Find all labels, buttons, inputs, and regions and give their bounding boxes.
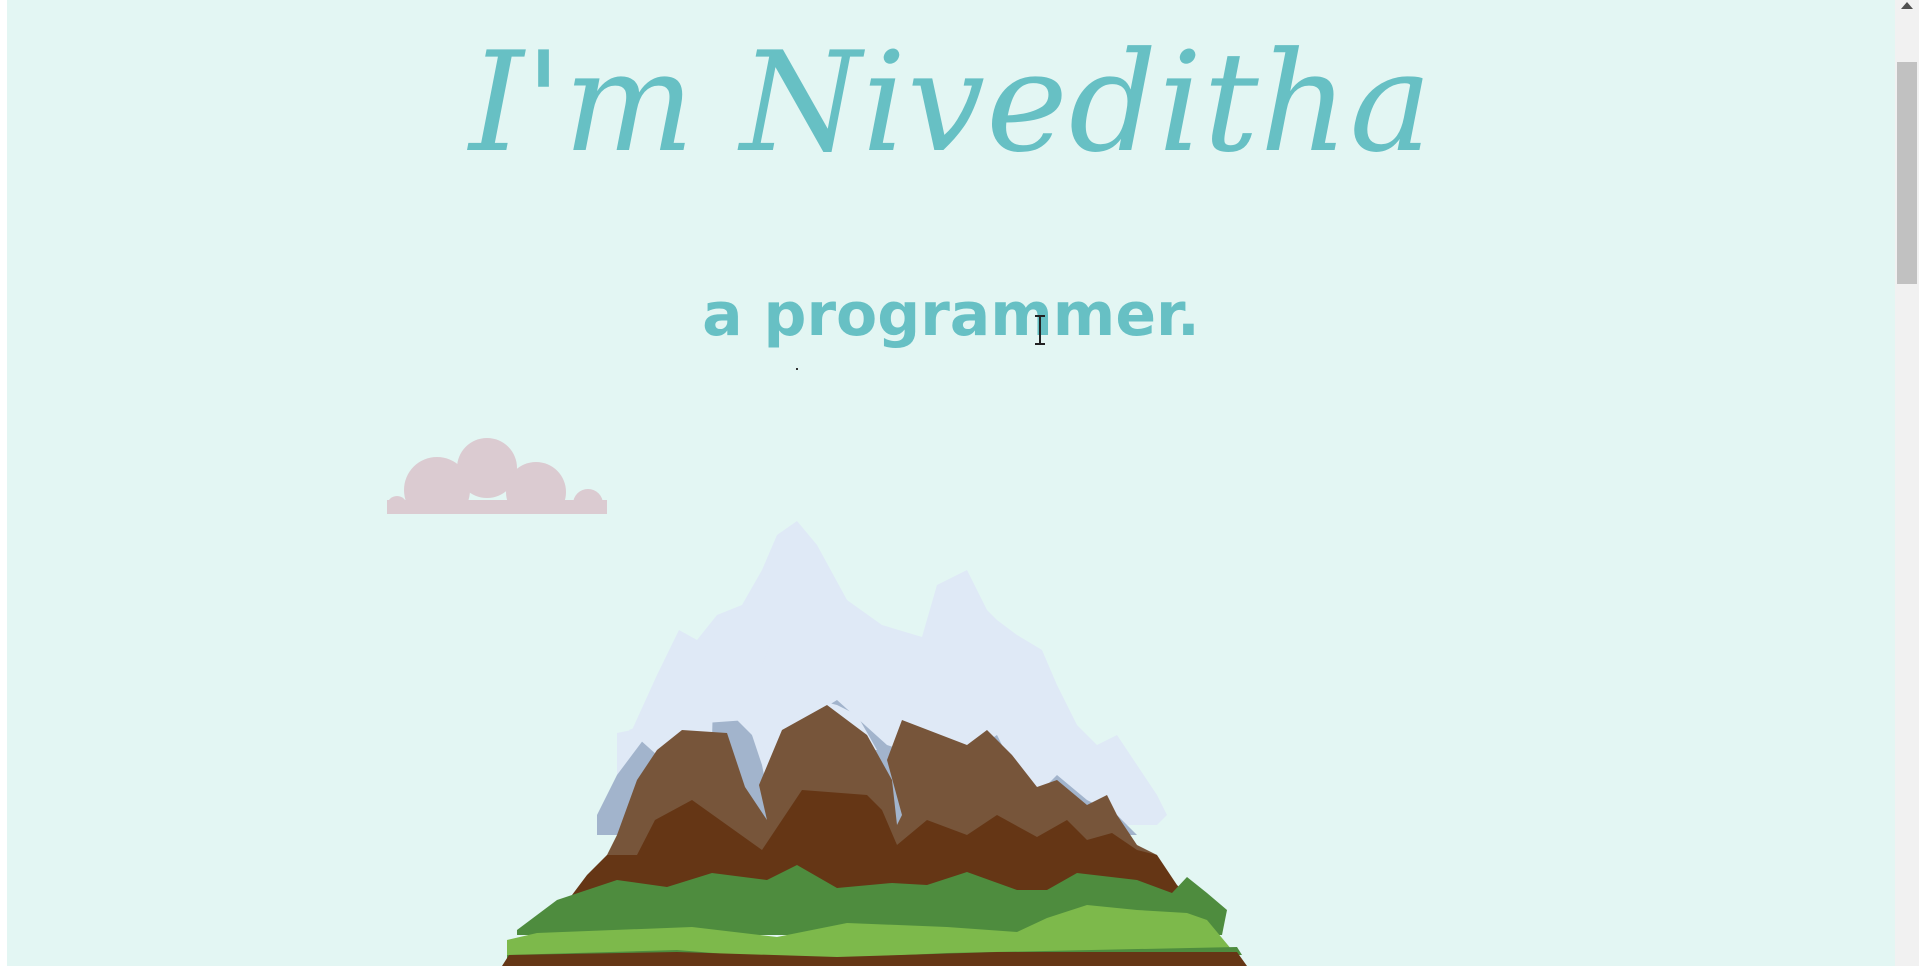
hero-subtitle: a programmer. bbox=[702, 280, 1200, 350]
landing-page: I'm Niveditha a programmer. bbox=[7, 0, 1895, 966]
vertical-scrollbar[interactable] bbox=[1895, 0, 1919, 966]
chevron-up-icon[interactable] bbox=[1901, 2, 1913, 9]
scrollbar-thumb[interactable] bbox=[1897, 62, 1917, 284]
cloud-illustration bbox=[387, 438, 607, 514]
text-cursor-icon bbox=[1035, 315, 1045, 345]
stray-dot bbox=[796, 368, 798, 370]
mountain-illustration bbox=[502, 521, 1247, 966]
hero-title: I'm Niveditha bbox=[469, 22, 1433, 183]
